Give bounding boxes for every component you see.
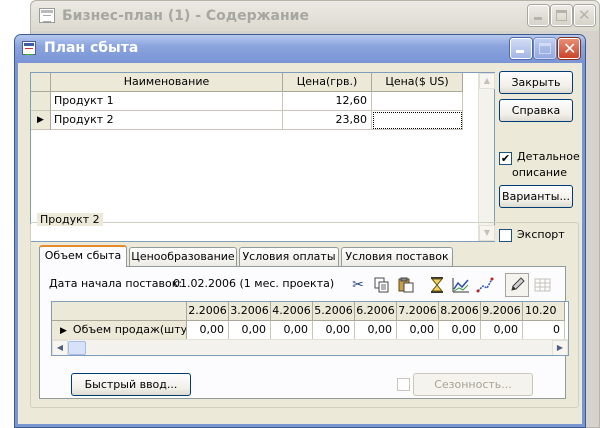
dialog-minimize-button[interactable] [510, 38, 532, 59]
column-header-price-uah[interactable]: Цена(грв.) [283, 73, 372, 92]
sales-plan-icon [22, 41, 39, 57]
quick-input-button[interactable]: Быстрый ввод... [71, 373, 191, 396]
sales-value-cell[interactable]: 0,00 [481, 321, 523, 340]
month-column-header[interactable]: 10.20 [523, 302, 565, 321]
close-window-button[interactable]: ✕ [574, 5, 595, 26]
sales-value-cell[interactable]: 0,00 [187, 321, 229, 340]
detail-description-checkbox[interactable]: ✔ [499, 152, 512, 165]
price-uah-cell[interactable]: 12,60 [283, 92, 372, 111]
tab-delivery-terms[interactable]: Условия поставок [341, 247, 453, 266]
scroll-up-button[interactable]: ▲ [479, 73, 495, 89]
help-button[interactable]: Справка [499, 99, 573, 122]
month-column-header[interactable]: 2.2006 [187, 302, 229, 321]
month-column-header[interactable]: 7.2006 [397, 302, 439, 321]
scroll-right-button[interactable]: ▶ [552, 340, 568, 355]
background-window-titlebar[interactable]: Бизнес-план (1) - Содержание ✕ [31, 1, 599, 31]
detail-description-label-line1: Детальное [517, 150, 580, 163]
sales-horizontal-scrollbar[interactable]: ◀ ▶ [52, 339, 568, 355]
tab-label: Ценообразование [131, 250, 235, 263]
product-name-cell[interactable]: Продукт 1 [51, 92, 283, 111]
seasonality-checkbox[interactable] [397, 378, 410, 391]
sales-value-cell[interactable]: 0,00 [355, 321, 397, 340]
tab-label: Объем сбыта [44, 249, 122, 262]
dialog-close-button[interactable]: ✕ [558, 38, 580, 59]
copy-icon[interactable] [372, 275, 392, 295]
paste-icon[interactable] [396, 275, 416, 295]
minimize-button[interactable] [528, 5, 549, 26]
close-icon: ✕ [578, 6, 591, 24]
price-uah-cell[interactable]: 23,80 [283, 111, 372, 130]
sales-volume-table[interactable]: 2.2006 3.2006 4.2006 5.2006 6.2006 7.200… [51, 301, 569, 356]
month-column-header[interactable]: 5.2006 [313, 302, 355, 321]
product-groupbox-title: Продукт 2 [37, 213, 103, 226]
month-column-header[interactable]: 4.2006 [271, 302, 313, 321]
tab-label: Условия поставок [345, 250, 449, 263]
start-date-label: Дата начала поставок: [49, 277, 183, 290]
background-window-title: Бизнес-план (1) - Содержание [62, 8, 309, 24]
column-header-name[interactable]: Наименование [51, 73, 283, 92]
document-icon [39, 8, 55, 23]
minimize-icon [534, 17, 542, 20]
month-column-header[interactable]: 3.2006 [229, 302, 271, 321]
sales-value-cell[interactable]: 0,00 [439, 321, 481, 340]
start-date-value: 01.02.2006 (1 мес. проекта) [173, 277, 335, 290]
sales-row-label: Объем продаж(штук) [72, 323, 187, 336]
help-button-label: Справка [511, 104, 561, 117]
month-column-header[interactable]: 6.2006 [355, 302, 397, 321]
row-indicator-header [31, 73, 51, 92]
price-usd-cell[interactable] [372, 92, 463, 111]
close-button-label: Закрыть [511, 76, 561, 89]
price-usd-cell[interactable] [372, 111, 463, 130]
dialog-title: План сбыта [44, 40, 139, 56]
hourglass-icon[interactable] [427, 275, 447, 295]
row-indicator [31, 92, 51, 111]
line-chart-icon[interactable] [451, 275, 471, 295]
export-checkbox[interactable] [499, 229, 512, 242]
sales-row-header: ▶ Объем продаж(штук) [52, 321, 187, 340]
quick-input-button-label: Быстрый ввод... [84, 378, 178, 391]
scroll-thumb[interactable] [68, 341, 86, 355]
sales-value-cell[interactable]: 0,00 [271, 321, 313, 340]
products-vertical-scrollbar[interactable]: ▲ ▼ [478, 73, 495, 241]
seasonality-button: Сезонность... [413, 373, 533, 396]
tab-sales-volume[interactable]: Объем сбыта [39, 245, 127, 267]
tab-label: Условия оплаты [242, 250, 336, 263]
seasonality-button-label: Сезонность... [434, 378, 512, 391]
sales-value-cell[interactable]: 0 [523, 321, 565, 340]
pencil-icon[interactable] [505, 273, 529, 297]
variants-button[interactable]: Варианты... [499, 185, 573, 208]
month-column-header[interactable]: 8.2006 [439, 302, 481, 321]
maximize-icon [556, 10, 567, 21]
product-name-cell[interactable]: Продукт 2 [51, 111, 283, 130]
current-row-indicator: ▶ [60, 326, 67, 336]
variants-button-label: Варианты... [502, 190, 570, 203]
sales-value-cell[interactable]: 0,00 [229, 321, 271, 340]
export-label: Экспорт [517, 228, 565, 241]
tab-payment-terms[interactable]: Условия оплаты [239, 247, 339, 266]
dialog-titlebar[interactable]: План сбыта ✕ [15, 35, 585, 63]
column-header-price-usd[interactable]: Цена($ US) [372, 73, 463, 92]
close-icon: ✕ [563, 39, 577, 58]
close-button[interactable]: Закрыть [499, 71, 573, 94]
maximize-button[interactable] [551, 5, 572, 26]
row-header-corner [52, 302, 187, 321]
trend-icon[interactable] [475, 275, 495, 295]
detail-description-label-line2: описание [512, 166, 567, 179]
minimize-icon [516, 50, 524, 53]
grid-disabled-icon [533, 275, 553, 295]
month-column-header[interactable]: 9.2006 [481, 302, 523, 321]
scroll-left-button[interactable]: ◀ [52, 340, 68, 355]
sales-value-cell[interactable]: 0,00 [397, 321, 439, 340]
sales-value-cell[interactable]: 0,00 [313, 321, 355, 340]
sales-plan-dialog: План сбыта ✕ Наименование Цена(грв.) Цен… [14, 34, 586, 428]
scissors-icon[interactable]: ✂ [348, 275, 368, 295]
current-row-indicator: ▶ [31, 111, 51, 130]
tab-pricing[interactable]: Ценообразование [129, 247, 237, 266]
dialog-maximize-button [534, 38, 556, 59]
maximize-icon [539, 43, 551, 54]
